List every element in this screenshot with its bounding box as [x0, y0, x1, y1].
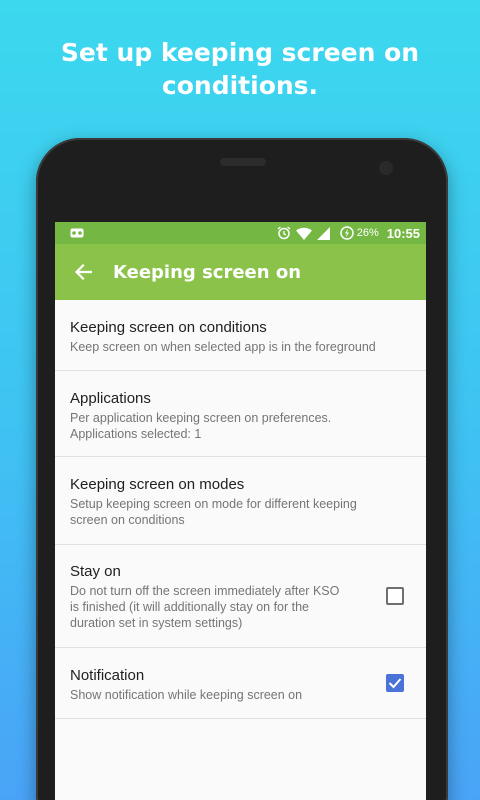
- app-bar: Keeping screen on: [55, 244, 426, 300]
- pref-summary: Per application keeping screen on prefer…: [70, 410, 411, 442]
- promo-headline-line2: conditions.: [161, 71, 319, 100]
- pref-summary-line: Do not turn off the screen immediately a…: [70, 584, 340, 598]
- pref-summary-line: Keep screen on when selected app is in t…: [70, 340, 376, 354]
- pref-keeping-screen-on-modes[interactable]: Keeping screen on modes Setup keeping sc…: [55, 457, 426, 545]
- stay-on-checkbox[interactable]: [386, 587, 404, 605]
- wifi-icon: [295, 227, 312, 240]
- pref-applications[interactable]: Applications Per application keeping scr…: [55, 371, 426, 457]
- pref-summary-line: Setup keeping screen on mode for differe…: [70, 497, 357, 511]
- status-bar: 26% 10:55: [55, 222, 426, 244]
- pref-title: Keeping screen on conditions: [70, 319, 267, 336]
- pref-summary-line: is finished (it will additionally stay o…: [70, 600, 310, 614]
- pref-title: Notification: [70, 667, 145, 684]
- checkmark-icon: [388, 678, 402, 689]
- alarm-icon: [277, 226, 291, 240]
- cell-signal-icon: [316, 226, 330, 240]
- pref-stay-on[interactable]: Stay on Do not turn off the screen immed…: [55, 545, 426, 648]
- pref-summary-line: Show notification while keeping screen o…: [70, 688, 303, 702]
- pref-summary-line: duration set in system settings): [70, 616, 243, 630]
- pref-summary: Do not turn off the screen immediately a…: [70, 583, 370, 631]
- pref-title: Stay on: [70, 563, 121, 580]
- battery-level: 26%: [356, 227, 379, 239]
- phone-earpiece: [220, 158, 266, 166]
- pref-notification[interactable]: Notification Show notification while kee…: [55, 648, 426, 719]
- battery-charging-icon: [339, 226, 354, 240]
- notification-checkbox[interactable]: [386, 674, 404, 692]
- arrow-back-icon[interactable]: [71, 260, 95, 284]
- promo-headline: Set up keeping screen on conditions.: [0, 36, 480, 102]
- promo-headline-line1: Set up keeping screen on: [60, 38, 420, 67]
- preferences-list: Keeping screen on conditions Keep screen…: [55, 300, 426, 719]
- pref-summary-line: screen on conditions: [70, 513, 185, 527]
- pref-summary: Show notification while keeping screen o…: [70, 687, 370, 703]
- page-title: Keeping screen on: [113, 261, 302, 283]
- pref-title: Applications: [70, 390, 151, 407]
- pref-keeping-screen-on-conditions[interactable]: Keeping screen on conditions Keep screen…: [55, 300, 426, 371]
- pref-summary: Keep screen on when selected app is in t…: [70, 339, 411, 355]
- pref-summary-line: Per application keeping screen on prefer…: [70, 411, 332, 425]
- phone-camera: [379, 161, 393, 175]
- voicemail-icon: [70, 228, 84, 238]
- pref-summary-line: Applications selected: 1: [70, 427, 202, 441]
- phone-screen: 26% 10:55 Keeping screen on Keeping scre…: [55, 222, 426, 800]
- pref-title: Keeping screen on modes: [70, 476, 245, 493]
- pref-summary: Setup keeping screen on mode for differe…: [70, 496, 411, 528]
- clock: 10:55: [386, 225, 420, 241]
